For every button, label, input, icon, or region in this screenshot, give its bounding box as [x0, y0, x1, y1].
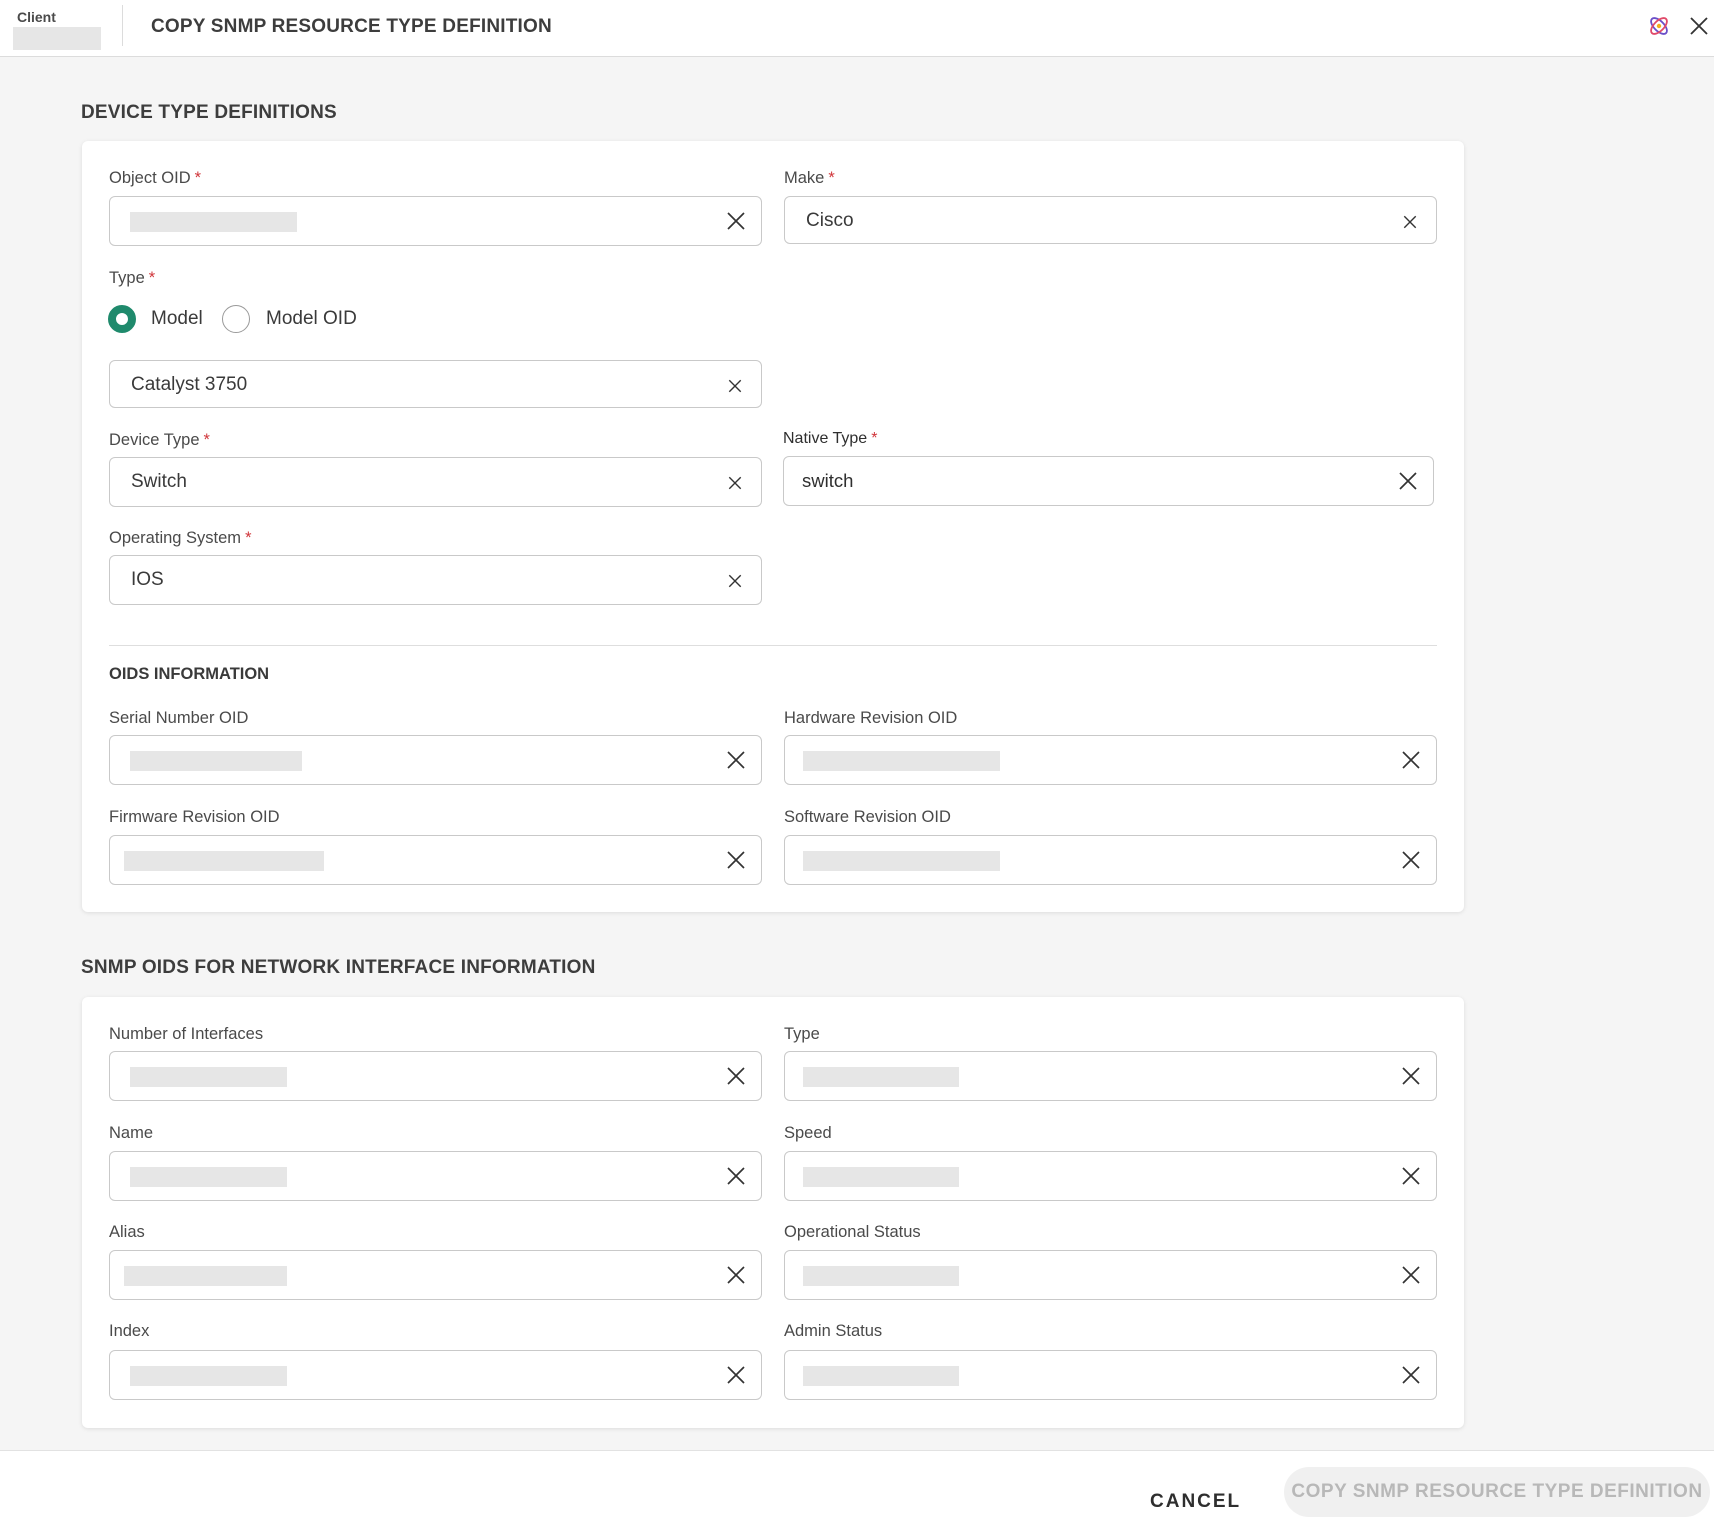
device-type-field[interactable]: Switch	[109, 457, 762, 507]
type-label: Type *	[109, 269, 156, 287]
header-divider	[122, 5, 123, 46]
redacted-value	[124, 851, 324, 871]
clear-icon[interactable]	[725, 210, 747, 232]
radio-model-oid-label: Model OID	[266, 308, 357, 329]
clear-icon[interactable]	[1400, 1165, 1422, 1187]
serial-number-oid-label: Serial Number OID	[109, 709, 249, 727]
clear-icon[interactable]	[1400, 1364, 1422, 1386]
model-value: Catalyst 3750	[131, 374, 248, 395]
redacted-value	[803, 1266, 959, 1286]
make-label: Make *	[784, 169, 835, 187]
client-name-redacted	[13, 27, 101, 50]
clear-icon[interactable]	[725, 849, 747, 871]
interface-index-field[interactable]	[109, 1350, 762, 1400]
admin-status-field[interactable]	[784, 1350, 1437, 1400]
device-type-card	[82, 141, 1464, 912]
native-type-value: switch	[802, 470, 854, 491]
object-oid-label: Object OID *	[109, 169, 202, 187]
clear-icon[interactable]	[1400, 1264, 1422, 1286]
redacted-value	[803, 1067, 959, 1087]
operating-system-field[interactable]: IOS	[109, 555, 762, 605]
make-field[interactable]: Cisco	[784, 196, 1437, 244]
close-icon[interactable]	[1688, 15, 1710, 37]
firmware-revision-oid-field[interactable]	[109, 835, 762, 885]
clear-icon[interactable]	[725, 1165, 747, 1187]
section-title-interfaces: SNMP OIDS FOR NETWORK INTERFACE INFORMAT…	[81, 957, 596, 978]
interface-alias-field[interactable]	[109, 1250, 762, 1300]
clear-icon[interactable]	[725, 1065, 747, 1087]
redacted-value	[803, 851, 1000, 871]
clear-icon[interactable]	[725, 749, 747, 771]
brand-logo-icon	[1650, 17, 1668, 35]
firmware-revision-oid-label: Firmware Revision OID	[109, 808, 280, 826]
device-type-value: Switch	[131, 471, 187, 492]
redacted-value	[130, 212, 297, 232]
radio-model-label: Model	[151, 308, 203, 329]
redacted-value	[803, 1167, 959, 1187]
interface-type-label: Type	[784, 1025, 820, 1043]
redacted-value	[130, 1167, 287, 1187]
clear-icon[interactable]	[726, 377, 744, 395]
clear-icon[interactable]	[726, 572, 744, 590]
redacted-value	[130, 751, 302, 771]
make-value: Cisco	[806, 210, 854, 231]
oids-information-title: OIDS INFORMATION	[109, 665, 270, 683]
interface-name-label: Name	[109, 1124, 154, 1142]
hardware-revision-oid-field[interactable]	[784, 735, 1437, 785]
interface-name-field[interactable]	[109, 1151, 762, 1201]
redacted-value	[803, 751, 1000, 771]
object-oid-field[interactable]	[109, 196, 762, 246]
interface-speed-label: Speed	[784, 1124, 832, 1142]
operational-status-label: Operational Status	[784, 1223, 921, 1241]
radio-model-oid[interactable]	[222, 305, 250, 333]
operational-status-field[interactable]	[784, 1250, 1437, 1300]
clear-icon[interactable]	[726, 474, 744, 492]
clear-icon[interactable]	[1397, 470, 1419, 492]
redacted-value	[124, 1266, 287, 1286]
native-type-label: Native Type *	[783, 430, 878, 447]
clear-icon[interactable]	[1401, 213, 1419, 231]
radio-model[interactable]	[108, 305, 136, 333]
page-title: COPY SNMP RESOURCE TYPE DEFINITION	[151, 16, 552, 37]
interface-speed-field[interactable]	[784, 1151, 1437, 1201]
redacted-value	[803, 1366, 959, 1386]
number-of-interfaces-label: Number of Interfaces	[109, 1025, 264, 1043]
number-of-interfaces-field[interactable]	[109, 1051, 762, 1101]
interface-alias-label: Alias	[109, 1223, 145, 1241]
interface-type-field[interactable]	[784, 1051, 1437, 1101]
operating-system-value: IOS	[131, 569, 164, 590]
device-type-label: Device Type *	[109, 431, 210, 449]
clear-icon[interactable]	[1400, 1065, 1422, 1087]
clear-icon[interactable]	[1400, 849, 1422, 871]
operating-system-label: Operating System *	[109, 529, 252, 547]
footer: CANCEL COPY SNMP RESOURCE TYPE DEFINITIO…	[0, 1450, 1714, 1520]
hardware-revision-oid-label: Hardware Revision OID	[784, 709, 958, 727]
cancel-button[interactable]: CANCEL	[1150, 1491, 1241, 1513]
serial-number-oid-field[interactable]	[109, 735, 762, 785]
copy-definition-button[interactable]: COPY SNMP RESOURCE TYPE DEFINITION	[1284, 1467, 1710, 1517]
admin-status-label: Admin Status	[784, 1322, 883, 1340]
client-label: Client	[17, 9, 56, 25]
redacted-value	[130, 1067, 287, 1087]
clear-icon[interactable]	[725, 1364, 747, 1386]
native-type-field[interactable]: switch	[783, 456, 1434, 506]
top-bar: Client COPY SNMP RESOURCE TYPE DEFINITIO…	[0, 0, 1714, 57]
section-divider	[109, 645, 1437, 646]
clear-icon[interactable]	[1400, 749, 1422, 771]
interface-index-label: Index	[109, 1322, 150, 1340]
model-field[interactable]: Catalyst 3750	[109, 360, 762, 408]
section-title-device-type: DEVICE TYPE DEFINITIONS	[81, 102, 337, 123]
clear-icon[interactable]	[725, 1264, 747, 1286]
redacted-value	[130, 1366, 287, 1386]
software-revision-oid-field[interactable]	[784, 835, 1437, 885]
software-revision-oid-label: Software Revision OID	[784, 808, 951, 826]
